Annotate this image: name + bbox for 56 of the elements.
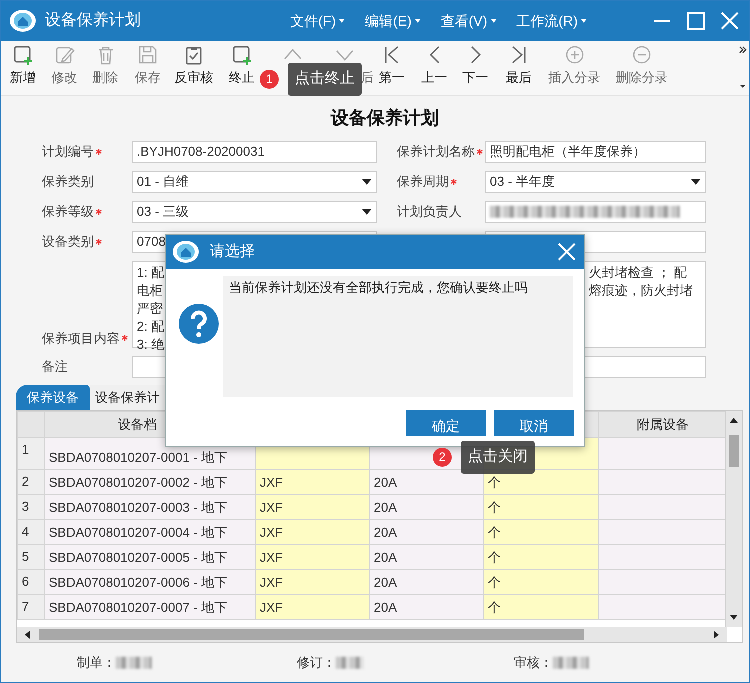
table-cell: 20A [370, 544, 484, 570]
row-number: 4 [18, 520, 44, 544]
field-label: 备注 [42, 358, 69, 376]
tooltip: 点击终止 [288, 63, 362, 96]
table-cell: SBDA0708010207-0006 - 地下 [44, 570, 256, 594]
field-label: 保养等级 [42, 202, 132, 222]
table-cell: 个 [484, 544, 598, 570]
footer-label: 制单： [77, 654, 116, 672]
text-line: 1: 配 [137, 264, 164, 282]
table-cell: JXF [256, 570, 370, 594]
text-line: 火封堵检查 ； 配 [589, 264, 688, 282]
field-label: 计划负责人 [397, 203, 463, 222]
footer-label: 修订： [297, 654, 336, 672]
table-cell: JXF [256, 470, 370, 494]
table-cell: 20A [370, 594, 484, 620]
text-line: 电柜 [137, 282, 164, 300]
form-title: 设备保养计划 [330, 107, 440, 130]
table-cell: 20A [370, 520, 484, 544]
row-number: 5 [18, 544, 44, 570]
table-cell: SBDA0708010207-0004 - 地下 [44, 520, 256, 544]
table-cell: JXF [256, 520, 370, 544]
row-number: 2 [18, 470, 44, 494]
table-cell: 20A [370, 470, 484, 494]
text-line: 严密 [137, 300, 164, 318]
table-cell: 个 [484, 494, 598, 520]
field-label: 保养项目内容 [42, 328, 132, 348]
table-cell: SBDA0708010207-0002 - 地下 [44, 470, 256, 494]
column-header: 附属设备 [598, 412, 728, 438]
text-line: 熔痕迹，防火封堵 [589, 282, 694, 300]
field-label: 设备类别 [42, 232, 132, 252]
window-title: 设备保养计划 [45, 10, 141, 31]
field-label: 计划编号 [42, 142, 132, 162]
table-cell: 20A [370, 494, 484, 520]
table-cell: 个 [484, 570, 598, 594]
row-number: 1 [18, 438, 44, 470]
table-cell: SBDA0708010207-0005 - 地下 [44, 544, 256, 570]
field-label: 保养周期 [397, 172, 485, 192]
table-cell: SBDA0708010207-0003 - 地下 [44, 494, 256, 520]
table-cell: JXF [256, 544, 370, 570]
dialog-message: 当前保养计划还没有全部执行完成，您确认要终止吗 [223, 276, 573, 397]
dialog-title: 请选择 [210, 242, 255, 262]
row-number: 3 [18, 494, 44, 520]
row-number: 6 [18, 570, 44, 594]
table-cell: JXF [256, 594, 370, 620]
text-line: 3: 绝 [137, 336, 164, 354]
table-cell: SBDA0708010207-0007 - 地下 [44, 594, 256, 620]
table-cell: 20A [370, 570, 484, 594]
table-cell: 个 [484, 594, 598, 620]
table-cell: 个 [484, 520, 598, 544]
tooltip: 点击关闭 [461, 441, 535, 474]
text-line: 2: 配 [137, 318, 164, 336]
row-number: 7 [18, 594, 44, 620]
field-label: 保养计划名称 [397, 142, 485, 162]
footer-label: 审核： [514, 654, 553, 672]
table-cell: JXF [256, 494, 370, 520]
field-label: 保养类别 [42, 173, 95, 192]
